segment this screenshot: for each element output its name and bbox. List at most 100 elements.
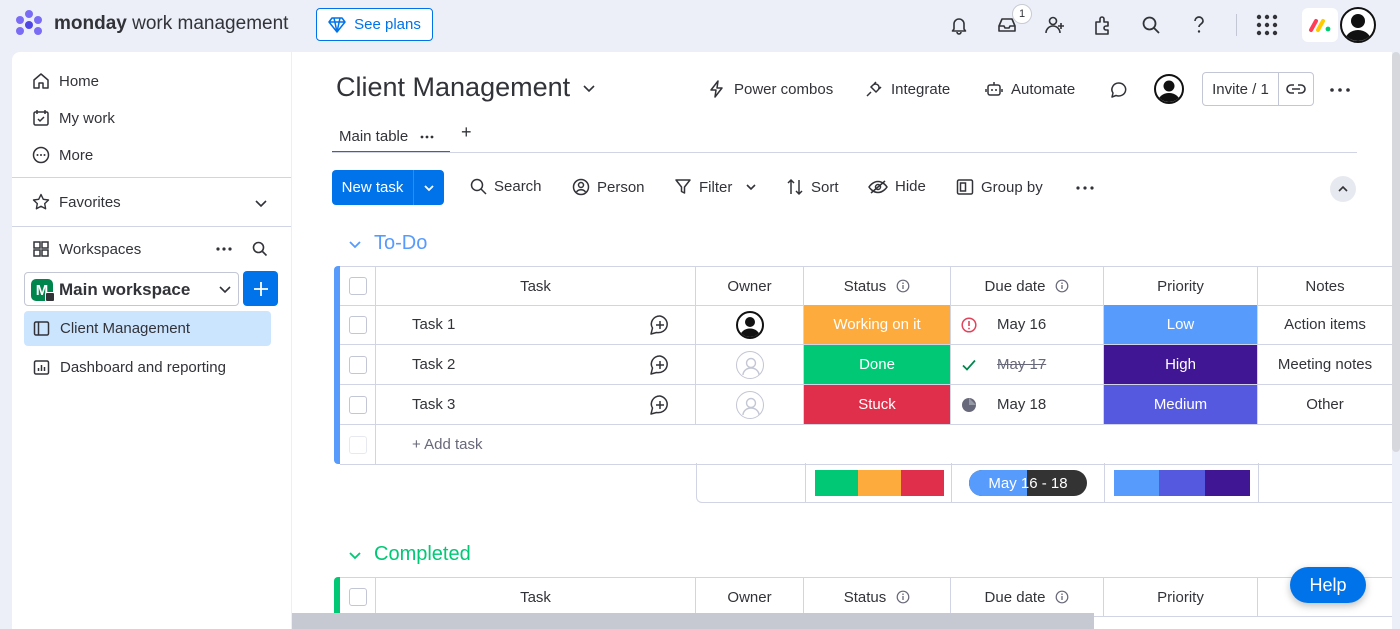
owner-cell[interactable] <box>696 385 804 424</box>
group-header-todo[interactable]: To-Do <box>348 232 427 255</box>
integrate-button[interactable]: Integrate <box>865 80 950 98</box>
table-row[interactable]: Task 3 Stuck May 18 Medium Other <box>340 385 1392 425</box>
toolbar-more-icon[interactable] <box>1076 186 1094 190</box>
see-plans-button[interactable]: See plans <box>316 8 433 41</box>
board-owner-avatar[interactable] <box>1154 74 1184 104</box>
workspace-dropdown[interactable]: M Main workspace <box>24 272 239 306</box>
search-button[interactable]: Search <box>470 178 542 195</box>
column-header-task[interactable]: Task <box>376 578 696 616</box>
notes-cell[interactable]: Meeting notes <box>1258 345 1392 384</box>
column-header-due-date[interactable]: Due date <box>951 578 1104 616</box>
owner-cell[interactable] <box>696 305 804 344</box>
row-checkbox[interactable] <box>348 355 367 374</box>
invite-button[interactable]: Invite / 1 <box>1202 72 1314 106</box>
status-summary-cell[interactable] <box>805 463 952 503</box>
column-header-priority[interactable]: Priority <box>1104 267 1258 305</box>
collapse-header-button[interactable] <box>1330 176 1356 202</box>
task-name-cell[interactable]: Task 2 <box>376 345 625 384</box>
notes-cell[interactable]: Other <box>1258 385 1392 424</box>
add-update-cell[interactable] <box>625 305 696 344</box>
horizontal-scrollbar[interactable] <box>292 613 1094 629</box>
monday-mini-logo[interactable] <box>1302 8 1338 42</box>
status-cell[interactable]: Working on it <box>804 305 951 344</box>
owner-cell[interactable] <box>696 345 804 384</box>
select-all-checkbox[interactable] <box>348 277 367 295</box>
due-date-cell[interactable]: May 17 <box>951 345 1104 384</box>
workspace-search-icon[interactable] <box>252 241 268 257</box>
add-task-row[interactable]: + Add task <box>340 425 1392 465</box>
row-checkbox[interactable] <box>348 315 367 334</box>
monday-logo[interactable]: monday work management <box>14 10 288 38</box>
status-cell[interactable]: Done <box>804 345 951 384</box>
column-header-priority[interactable]: Priority <box>1104 578 1258 616</box>
bell-icon[interactable] <box>946 12 972 38</box>
help-question-icon[interactable] <box>1186 12 1212 38</box>
vertical-scrollbar[interactable] <box>1392 52 1400 452</box>
table-row[interactable]: Task 2 Done May 17 High Meeting notes <box>340 345 1392 385</box>
board-title[interactable]: Client Management <box>336 72 596 103</box>
column-header-due-date[interactable]: Due date <box>951 267 1104 305</box>
add-task-input[interactable]: + Add task <box>376 425 1392 464</box>
person-filter-button[interactable]: Person <box>572 178 645 196</box>
priority-cell[interactable]: Low <box>1104 305 1258 344</box>
filter-button[interactable]: Filter <box>674 178 757 196</box>
column-header-status[interactable]: Status <box>804 267 951 305</box>
priority-cell[interactable]: High <box>1104 345 1258 384</box>
row-checkbox[interactable] <box>348 395 367 414</box>
task-name-cell[interactable]: Task 1 <box>376 305 625 344</box>
column-header-status[interactable]: Status <box>804 578 951 616</box>
column-header-task[interactable]: Task <box>376 267 696 305</box>
sidebar-board-dashboard[interactable]: Dashboard and reporting <box>24 350 271 385</box>
sidebar-board-client-management[interactable]: Client Management <box>24 311 271 346</box>
power-combos-button[interactable]: Power combos <box>708 80 833 98</box>
group-by-button[interactable]: Group by <box>956 178 1043 196</box>
sort-button[interactable]: Sort <box>786 178 839 196</box>
help-button[interactable]: Help <box>1290 567 1366 603</box>
search-icon[interactable] <box>1138 12 1164 38</box>
apps-marketplace-icon[interactable] <box>1090 12 1116 38</box>
automate-button[interactable]: Automate <box>985 80 1075 98</box>
add-view-button[interactable]: + <box>461 122 472 143</box>
tab-options-icon[interactable] <box>420 135 434 139</box>
user-avatar[interactable] <box>1340 7 1376 43</box>
date-summary-cell[interactable]: May 16 - 18 <box>952 463 1105 503</box>
nav-home[interactable]: Home <box>32 72 99 90</box>
board-menu-icon[interactable] <box>1330 88 1350 92</box>
info-icon[interactable] <box>896 279 910 293</box>
status-cell[interactable]: Stuck <box>804 385 951 424</box>
row-select-cell <box>340 305 376 344</box>
column-header-owner[interactable]: Owner <box>696 578 804 616</box>
info-icon[interactable] <box>1055 590 1069 604</box>
due-date-cell[interactable]: May 18 <box>951 385 1104 424</box>
priority-cell[interactable]: Medium <box>1104 385 1258 424</box>
notes-cell[interactable]: Action items <box>1258 305 1392 344</box>
copy-link-icon[interactable] <box>1279 73 1313 105</box>
task-name-cell[interactable]: Task 3 <box>376 385 625 424</box>
hide-columns-button[interactable]: Hide <box>868 178 926 195</box>
workspaces-options-icon[interactable] <box>216 247 232 251</box>
tab-main-table[interactable]: Main table <box>332 122 450 153</box>
group-header-completed[interactable]: Completed <box>348 543 471 566</box>
new-task-dropdown[interactable] <box>414 170 444 205</box>
updates-chat-icon[interactable] <box>1109 80 1129 100</box>
table-row[interactable]: Task 1 Working on it May 16 Low Action i… <box>340 305 1392 345</box>
add-update-cell[interactable] <box>625 345 696 384</box>
app-switcher-icon[interactable] <box>1254 12 1280 38</box>
chevron-down-icon <box>219 286 231 294</box>
info-icon[interactable] <box>1055 279 1069 293</box>
select-all-checkbox[interactable] <box>348 588 367 606</box>
add-workspace-item-button[interactable] <box>243 271 278 306</box>
nav-workspaces[interactable]: Workspaces <box>32 240 141 258</box>
chevron-down-icon[interactable] <box>254 196 268 210</box>
new-task-button[interactable]: New task <box>332 170 444 205</box>
info-icon[interactable] <box>896 590 910 604</box>
add-update-cell[interactable] <box>625 385 696 424</box>
due-date-cell[interactable]: May 16 <box>951 305 1104 344</box>
invite-members-icon[interactable] <box>1042 12 1068 38</box>
priority-summary-cell[interactable] <box>1105 463 1259 503</box>
column-header-notes[interactable]: Notes <box>1258 267 1392 305</box>
nav-more[interactable]: More <box>32 146 93 164</box>
nav-my-work[interactable]: My work <box>32 109 115 127</box>
column-header-owner[interactable]: Owner <box>696 267 804 305</box>
nav-favorites[interactable]: Favorites <box>32 193 121 211</box>
